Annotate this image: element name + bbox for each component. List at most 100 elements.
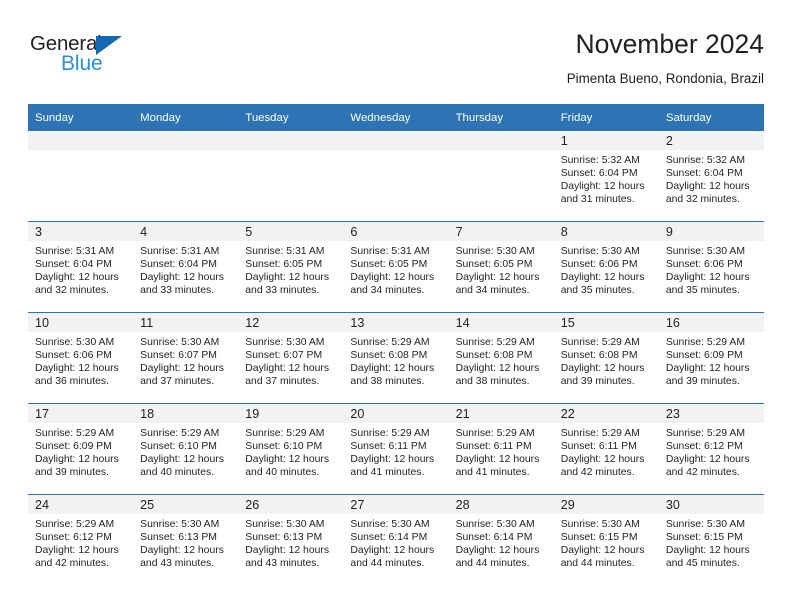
calendar-cell-day[interactable]: 11 Sunrise: 5:30 AM Sunset: 6:07 PM Dayligh… (133, 312, 239, 404)
daylight-text-line1: Daylight: 12 hours (140, 545, 224, 557)
daylight-text-line2: and 39 minutes. (665, 376, 740, 388)
day-sun-info: Sunrise: 5:29 AM Sunset: 6:10 PM Daylight:… (238, 423, 343, 479)
day-number: 25 (140, 498, 155, 512)
day-number: 2 (665, 134, 673, 148)
calendar-cell-day[interactable]: 30 Sunrise: 5:30 AM Sunset: 6:15 PM Dayligh… (658, 494, 764, 585)
daylight-text-line2: and 39 minutes. (35, 467, 109, 479)
calendar-cell-day[interactable]: 14 Sunrise: 5:29 AM Sunset: 6:08 PM Dayligh… (448, 312, 554, 404)
day-number: 8 (560, 225, 568, 239)
calendar-cell-day[interactable]: 4 Sunrise: 5:31 AM Sunset: 6:04 PM Daylight… (133, 221, 239, 313)
day-box (343, 131, 449, 220)
sunrise-text: Sunrise: 5:30 AM (140, 337, 220, 348)
day-box: 6 Sunrise: 5:31 AM Sunset: 6:05 PM Daylight… (343, 222, 449, 311)
day-number-strip: 22 (553, 404, 659, 423)
calendar-cell-day[interactable]: 2 Sunrise: 5:32 AM Sunset: 6:04 PM Daylight… (658, 131, 764, 222)
calendar-cell-day[interactable]: 10 Sunrise: 5:30 AM Sunset: 6:06 PM Dayligh… (28, 312, 134, 404)
page-subtitle: Pimenta Bueno, Rondonia, Brazil (566, 71, 764, 86)
calendar-cell-day[interactable]: 15 Sunrise: 5:29 AM Sunset: 6:08 PM Dayligh… (553, 312, 659, 404)
day-number-strip: 21 (448, 404, 554, 423)
day-box (28, 131, 134, 220)
day-box: 15 Sunrise: 5:29 AM Sunset: 6:08 PM Dayligh… (553, 313, 659, 402)
day-box: 26 Sunrise: 5:30 AM Sunset: 6:13 PM Dayligh… (238, 495, 344, 584)
calendar-cell-day[interactable]: 6 Sunrise: 5:31 AM Sunset: 6:05 PM Daylight… (343, 221, 449, 313)
calendar-cell-day[interactable]: 1 Sunrise: 5:32 AM Sunset: 6:04 PM Daylight… (553, 131, 659, 222)
calendar-cell-day[interactable]: 28 Sunrise: 5:30 AM Sunset: 6:14 PM Dayligh… (448, 494, 554, 585)
calendar-cell-day[interactable]: 3 Sunrise: 5:31 AM Sunset: 6:04 PM Daylight… (28, 221, 134, 313)
sunset-text: Sunset: 6:09 PM (665, 350, 743, 362)
day-box: 23 Sunrise: 5:29 AM Sunset: 6:12 PM Dayligh… (658, 404, 764, 493)
daylight-text-line2: and 45 minutes. (665, 558, 740, 570)
daylight-text-line1: Daylight: 12 hours (350, 454, 435, 466)
page-title: November 2024 (575, 29, 764, 59)
sunrise-text: Sunrise: 5:30 AM (35, 337, 115, 348)
daylight-text-line1: Daylight: 12 hours (245, 363, 330, 375)
daylight-text-line1: Daylight: 12 hours (35, 545, 119, 557)
daylight-text-line2: and 43 minutes. (140, 558, 215, 570)
general-blue-logo[interactable]: General Blue (30, 33, 210, 89)
daylight-text-line1: Daylight: 12 hours (560, 454, 645, 466)
day-sun-info: Sunrise: 5:30 AM Sunset: 6:15 PM Daylight:… (554, 514, 659, 570)
day-sun-info: Sunrise: 5:31 AM Sunset: 6:04 PM Daylight:… (133, 241, 238, 297)
calendar-cell-day[interactable]: 13 Sunrise: 5:29 AM Sunset: 6:08 PM Dayligh… (343, 312, 449, 404)
day-sun-info: Sunrise: 5:29 AM Sunset: 6:11 PM Daylight:… (449, 423, 554, 479)
day-number: 9 (665, 225, 673, 239)
calendar-cell-day[interactable]: 24 Sunrise: 5:29 AM Sunset: 6:12 PM Dayligh… (28, 494, 134, 585)
calendar-cell-day[interactable]: 23 Sunrise: 5:29 AM Sunset: 6:12 PM Dayligh… (658, 403, 764, 495)
sunset-text: Sunset: 6:10 PM (140, 441, 217, 453)
daylight-text-line1: Daylight: 12 hours (35, 363, 119, 375)
calendar-cell-day[interactable]: 21 Sunrise: 5:29 AM Sunset: 6:11 PM Dayligh… (448, 403, 554, 495)
calendar-cell-day[interactable]: 9 Sunrise: 5:30 AM Sunset: 6:06 PM Daylight… (658, 221, 764, 313)
daylight-text-line1: Daylight: 12 hours (245, 272, 330, 284)
calendar-cell-day[interactable]: 16 Sunrise: 5:29 AM Sunset: 6:09 PM Dayligh… (658, 312, 764, 404)
day-sun-info: Sunrise: 5:30 AM Sunset: 6:06 PM Daylight:… (659, 241, 764, 297)
day-sun-info: Sunrise: 5:29 AM Sunset: 6:09 PM Daylight:… (659, 332, 764, 388)
calendar-cell-day[interactable]: 17 Sunrise: 5:29 AM Sunset: 6:09 PM Dayligh… (28, 403, 134, 495)
calendar-cell-day[interactable]: 8 Sunrise: 5:30 AM Sunset: 6:06 PM Daylight… (553, 221, 659, 313)
daylight-text-line1: Daylight: 12 hours (455, 272, 540, 284)
calendar-week-row: 17 Sunrise: 5:29 AM Sunset: 6:09 PM Dayligh… (28, 403, 764, 495)
weekday-header-saturday: Saturday (658, 104, 764, 131)
sunset-text: Sunset: 6:05 PM (455, 259, 533, 271)
calendar-cell-day[interactable]: 7 Sunrise: 5:30 AM Sunset: 6:05 PM Daylight… (448, 221, 554, 313)
sunrise-text: Sunrise: 5:29 AM (455, 337, 535, 348)
day-number-strip: 10 (28, 313, 134, 332)
day-number-strip: 12 (238, 313, 344, 332)
sunrise-text: Sunrise: 5:30 AM (455, 519, 535, 530)
daylight-text-line2: and 35 minutes. (665, 285, 740, 297)
daylight-text-line1: Daylight: 12 hours (665, 363, 750, 375)
calendar-cell-day[interactable]: 5 Sunrise: 5:31 AM Sunset: 6:05 PM Daylight… (238, 221, 344, 313)
calendar-cell-day[interactable]: 29 Sunrise: 5:30 AM Sunset: 6:15 PM Dayligh… (553, 494, 659, 585)
calendar-cell-day[interactable]: 25 Sunrise: 5:30 AM Sunset: 6:13 PM Dayligh… (133, 494, 239, 585)
day-number: 24 (35, 498, 50, 512)
day-sun-info: Sunrise: 5:29 AM Sunset: 6:08 PM Daylight:… (449, 332, 554, 388)
sunrise-text: Sunrise: 5:29 AM (350, 428, 430, 439)
day-box (133, 131, 239, 220)
day-number: 21 (455, 407, 470, 421)
calendar-cell-day[interactable]: 19 Sunrise: 5:29 AM Sunset: 6:10 PM Dayligh… (238, 403, 344, 495)
daylight-text-line1: Daylight: 12 hours (140, 454, 224, 466)
day-sun-info: Sunrise: 5:30 AM Sunset: 6:07 PM Daylight:… (238, 332, 343, 388)
calendar-cell-day[interactable]: 20 Sunrise: 5:29 AM Sunset: 6:11 PM Dayligh… (343, 403, 449, 495)
day-box: 30 Sunrise: 5:30 AM Sunset: 6:15 PM Dayligh… (658, 495, 764, 584)
sunrise-text: Sunrise: 5:32 AM (560, 155, 640, 166)
logo-text-blue: Blue (61, 52, 103, 75)
calendar-cell-day[interactable]: 27 Sunrise: 5:30 AM Sunset: 6:14 PM Dayligh… (343, 494, 449, 585)
calendar-cell-day[interactable]: 12 Sunrise: 5:30 AM Sunset: 6:07 PM Dayligh… (238, 312, 344, 404)
daylight-text-line1: Daylight: 12 hours (350, 545, 435, 557)
calendar-cell-day[interactable]: 26 Sunrise: 5:30 AM Sunset: 6:13 PM Dayligh… (238, 494, 344, 585)
daylight-text-line1: Daylight: 12 hours (665, 454, 750, 466)
day-number-strip: 15 (553, 313, 659, 332)
day-number-strip: 8 (553, 222, 659, 241)
calendar-cell-day[interactable]: 18 Sunrise: 5:29 AM Sunset: 6:10 PM Dayligh… (133, 403, 239, 495)
day-box: 14 Sunrise: 5:29 AM Sunset: 6:08 PM Dayligh… (448, 313, 554, 402)
daylight-text-line1: Daylight: 12 hours (560, 545, 645, 557)
sunrise-text: Sunrise: 5:31 AM (35, 246, 115, 257)
calendar-cell-day[interactable]: 22 Sunrise: 5:29 AM Sunset: 6:11 PM Dayligh… (553, 403, 659, 495)
day-number: 17 (35, 407, 50, 421)
sunset-text: Sunset: 6:08 PM (560, 350, 638, 362)
daylight-text-line2: and 42 minutes. (35, 558, 109, 570)
daylight-text-line2: and 34 minutes. (455, 285, 530, 297)
day-sun-info: Sunrise: 5:30 AM Sunset: 6:15 PM Daylight:… (659, 514, 764, 570)
day-number: 1 (560, 134, 568, 148)
day-number-strip: 26 (238, 495, 344, 514)
